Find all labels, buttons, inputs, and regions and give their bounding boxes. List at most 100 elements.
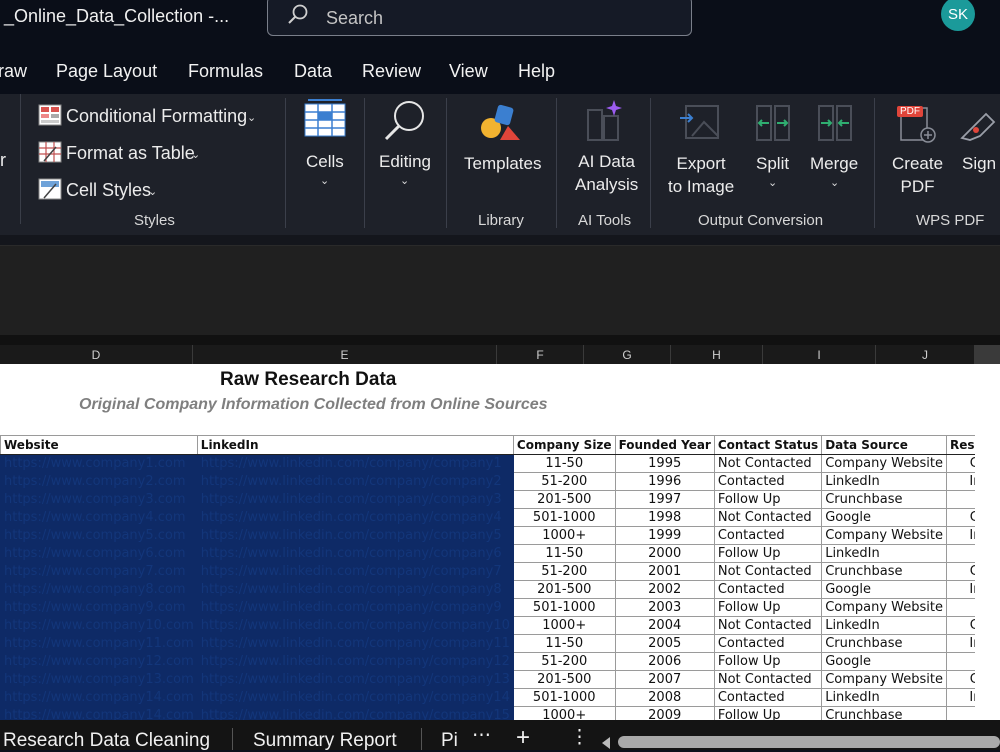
table-cell[interactable]: Follow Up xyxy=(713,598,823,617)
table-cell[interactable]: In Progress xyxy=(946,472,975,491)
table-cell[interactable]: https://www.company5.com xyxy=(0,526,198,545)
table-cell[interactable]: 2006 xyxy=(614,652,715,671)
add-sheet-icon[interactable]: + xyxy=(516,724,530,752)
table-cell[interactable]: https://www.linkedin.com/company/company… xyxy=(196,688,514,707)
table-cell[interactable]: https://www.company12.com xyxy=(0,652,198,671)
table-cell[interactable]: Follow Up xyxy=(713,544,823,563)
table-cell[interactable]: https://www.company14.com xyxy=(0,688,198,707)
sheet-overflow-area[interactable] xyxy=(975,364,1000,720)
table-cell[interactable]: Not Contacted xyxy=(713,508,823,527)
chevron-down-icon[interactable]: ⌄ xyxy=(768,176,777,189)
table-cell[interactable]: Contacted xyxy=(713,634,823,653)
editing-button[interactable]: Editing xyxy=(379,150,431,173)
table-cell[interactable]: https://www.linkedin.com/company/company… xyxy=(196,562,514,581)
split-button[interactable]: Split xyxy=(756,152,789,175)
sheet-subtitle[interactable]: Original Company Information Collected f… xyxy=(79,396,548,414)
column-header-f[interactable]: F xyxy=(497,345,584,364)
table-cell[interactable]: Crunchbase xyxy=(821,490,948,509)
table-cell[interactable]: https://www.company7.com xyxy=(0,562,198,581)
table-cell[interactable]: 501-1000 xyxy=(512,688,616,707)
table-cell[interactable]: Pending xyxy=(946,706,975,720)
table-cell[interactable]: LinkedIn xyxy=(821,616,948,635)
table-cell[interactable]: Pending xyxy=(946,652,975,671)
table-cell[interactable]: Company Website xyxy=(821,670,948,689)
table-cell[interactable]: Contacted xyxy=(713,688,823,707)
table-cell[interactable]: 2009 xyxy=(614,706,715,720)
chevron-down-icon[interactable]: ⌄ xyxy=(830,176,839,189)
table-cell[interactable]: Contacted xyxy=(713,472,823,491)
table-cell[interactable]: https://www.linkedin.com/company/company… xyxy=(196,652,514,671)
chevron-down-icon[interactable]: ⌄ xyxy=(320,174,329,187)
header-cell[interactable]: Data Source xyxy=(821,435,948,455)
table-cell[interactable]: 2005 xyxy=(614,634,715,653)
sheet-title[interactable]: Raw Research Data xyxy=(220,369,396,391)
table-cell[interactable]: 1000+ xyxy=(512,616,616,635)
column-header-k[interactable] xyxy=(975,345,1000,364)
templates-button[interactable]: Templates xyxy=(464,152,541,175)
column-header-h[interactable]: H xyxy=(671,345,763,364)
table-cell[interactable]: 2008 xyxy=(614,688,715,707)
menu-draw[interactable]: raw xyxy=(0,61,27,82)
table-cell[interactable]: https://www.linkedin.com/company/company… xyxy=(196,670,514,689)
search-input[interactable] xyxy=(326,5,666,31)
table-cell[interactable]: https://www.company1.com xyxy=(0,454,198,473)
format-as-table-button[interactable]: Format as Table xyxy=(66,143,195,164)
table-cell[interactable]: 11-50 xyxy=(512,544,616,563)
table-cell[interactable]: Follow Up xyxy=(713,490,823,509)
table-cell[interactable]: 1000+ xyxy=(512,706,616,720)
table-cell[interactable]: 2000 xyxy=(614,544,715,563)
merge-button[interactable]: Merge xyxy=(810,152,858,175)
menu-formulas[interactable]: Formulas xyxy=(188,61,263,82)
table-cell[interactable]: Contacted xyxy=(713,526,823,545)
spreadsheet-grid[interactable]: Raw Research Data Original Company Infor… xyxy=(0,364,975,720)
column-header-j[interactable]: J xyxy=(876,345,975,364)
table-cell[interactable]: https://www.linkedin.com/company/company… xyxy=(196,454,514,473)
table-cell[interactable]: 1995 xyxy=(614,454,715,473)
more-tabs-icon[interactable]: ⋯ xyxy=(472,724,491,747)
table-cell[interactable]: Google xyxy=(821,652,948,671)
search-box[interactable] xyxy=(267,0,692,36)
table-cell[interactable]: Pending xyxy=(946,598,975,617)
table-cell[interactable]: 51-200 xyxy=(512,472,616,491)
table-cell[interactable]: https://www.linkedin.com/company/company… xyxy=(196,616,514,635)
export-to-image-button[interactable]: Export to Image xyxy=(668,152,734,198)
menu-page-layout[interactable]: Page Layout xyxy=(56,61,157,82)
table-cell[interactable]: Company Website xyxy=(821,598,948,617)
table-cell[interactable]: Completed xyxy=(946,616,975,635)
column-header-i[interactable]: I xyxy=(763,345,876,364)
cell-styles-button[interactable]: Cell Styles xyxy=(66,180,151,201)
table-cell[interactable]: 2002 xyxy=(614,580,715,599)
menu-view[interactable]: View xyxy=(449,61,488,82)
table-cell[interactable]: https://www.linkedin.com/company/company… xyxy=(196,580,514,599)
header-cell[interactable]: Website xyxy=(0,435,198,455)
table-cell[interactable]: In Progress xyxy=(946,634,975,653)
table-cell[interactable]: Completed xyxy=(946,670,975,689)
table-cell[interactable]: https://www.company11.com xyxy=(0,634,198,653)
sign-button[interactable]: Sign xyxy=(962,152,996,175)
table-cell[interactable]: 1996 xyxy=(614,472,715,491)
column-header-e[interactable]: E xyxy=(193,345,497,364)
options-icon[interactable]: ⋮ xyxy=(570,726,589,749)
table-cell[interactable]: Crunchbase xyxy=(821,706,948,720)
tab-summary-report[interactable]: Summary Report xyxy=(253,730,397,752)
scroll-left-icon[interactable] xyxy=(600,736,612,750)
table-cell[interactable]: Contacted xyxy=(713,580,823,599)
table-cell[interactable]: LinkedIn xyxy=(821,544,948,563)
header-cell[interactable]: Company Size xyxy=(512,435,616,455)
table-cell[interactable]: Not Contacted xyxy=(713,454,823,473)
tab-research-data-cleaning[interactable]: Research Data Cleaning xyxy=(3,730,210,752)
table-cell[interactable]: Pending xyxy=(946,544,975,563)
table-cell[interactable]: In Progress xyxy=(946,580,975,599)
column-header-d[interactable]: D xyxy=(0,345,193,364)
cut-label[interactable]: r xyxy=(0,150,6,171)
table-cell[interactable]: Company Website xyxy=(821,454,948,473)
table-cell[interactable]: 1999 xyxy=(614,526,715,545)
table-cell[interactable]: Completed xyxy=(946,508,975,527)
table-cell[interactable]: Not Contacted xyxy=(713,616,823,635)
table-cell[interactable]: Follow Up xyxy=(713,652,823,671)
table-cell[interactable]: https://www.linkedin.com/company/company… xyxy=(196,526,514,545)
table-cell[interactable]: Not Contacted xyxy=(713,562,823,581)
table-cell[interactable]: 2003 xyxy=(614,598,715,617)
table-cell[interactable]: Not Contacted xyxy=(713,670,823,689)
horizontal-scrollbar[interactable] xyxy=(618,736,1000,748)
